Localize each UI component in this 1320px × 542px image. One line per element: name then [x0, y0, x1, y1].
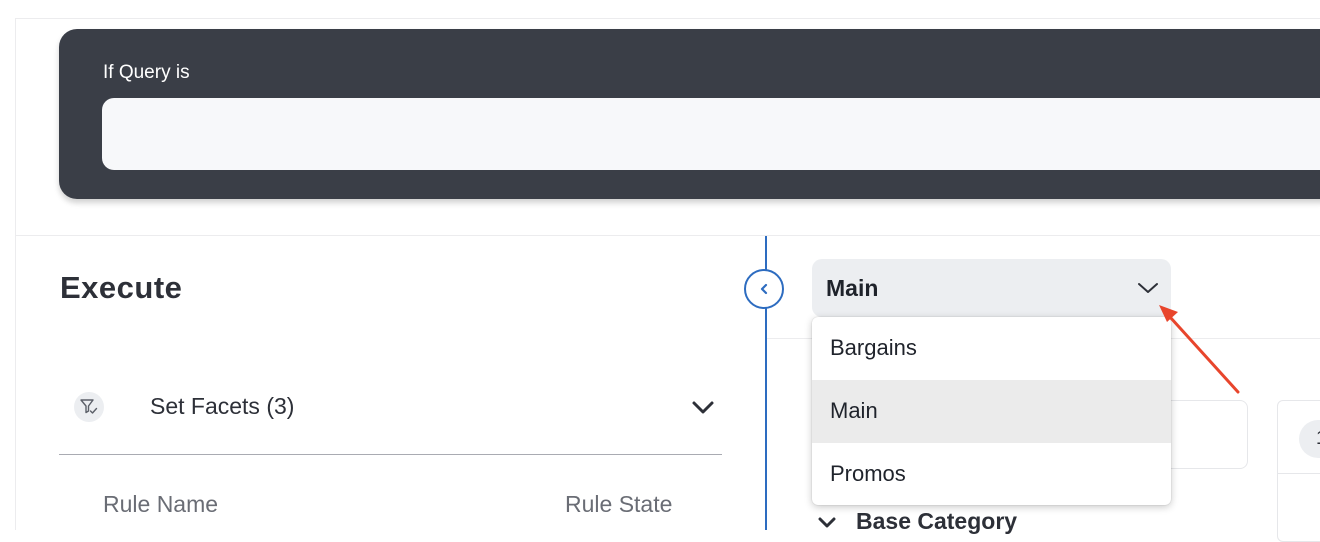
column-header-rule-state: Rule State: [565, 491, 673, 517]
base-category-label: Base Category: [856, 508, 1018, 534]
zone-dropdown-menu: Bargains Main Promos: [812, 317, 1171, 505]
option-label: Promos: [830, 461, 906, 486]
query-label: If Query is: [103, 62, 190, 83]
dropdown-option-promos[interactable]: Promos: [812, 443, 1171, 505]
dropdown-option-main[interactable]: Main: [812, 380, 1171, 443]
left-rail: [0, 18, 16, 530]
section-divider: [15, 235, 1320, 236]
query-input[interactable]: [102, 98, 1320, 170]
chevron-down-icon: [818, 517, 836, 528]
chevron-left-icon: [760, 283, 768, 295]
collapse-panel-button[interactable]: [744, 269, 784, 309]
zone-select[interactable]: Main: [812, 259, 1171, 317]
set-facets-row[interactable]: Set Facets (3): [59, 380, 722, 455]
column-header-rule-name: Rule Name: [103, 491, 219, 517]
top-bar: [0, 0, 1320, 19]
set-facets-label: Set Facets (3): [150, 393, 295, 419]
chevron-down-icon[interactable]: [690, 394, 716, 420]
dropdown-option-bargains[interactable]: Bargains: [812, 317, 1171, 380]
red-arrow-icon: [1159, 305, 1240, 394]
option-label: Bargains: [830, 335, 917, 360]
execute-heading: Execute: [60, 270, 183, 305]
pill-text: 1: [1316, 428, 1320, 450]
zone-select-value: Main: [826, 275, 879, 301]
chevron-down-icon: [1138, 283, 1158, 293]
filter-check-icon: [74, 392, 104, 422]
option-label: Main: [830, 398, 878, 423]
query-condition-card: If Query is: [59, 29, 1320, 199]
